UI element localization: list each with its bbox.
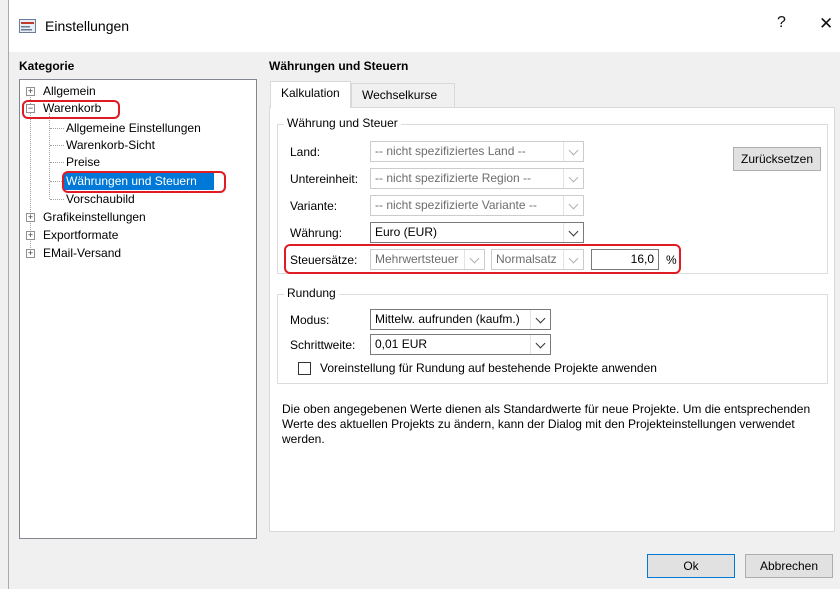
highlight-outline [62, 171, 226, 193]
tree-line [50, 128, 64, 129]
expand-icon[interactable]: + [26, 231, 35, 240]
tree-item-allgemein[interactable]: + Allgemein [24, 83, 98, 100]
tree-item-warenkorb-sicht[interactable]: Warenkorb-Sicht [64, 137, 157, 154]
variant-select[interactable]: -- nicht spezifizierte Variante -- [370, 195, 584, 216]
highlight-outline [22, 100, 120, 119]
tree-item-label: Grafikeinstellungen [43, 210, 146, 224]
tree-line [50, 162, 64, 163]
step-value: 0,01 EUR [375, 337, 428, 351]
currency-tax-group: Währung und Steuer Land: -- nicht spezif… [277, 116, 828, 274]
tree-item-grafikeinstellungen[interactable]: + Grafikeinstellungen [24, 209, 148, 226]
title-bar: Einstellungen ? ✕ [9, 0, 840, 52]
variant-value: -- nicht spezifizierte Variante -- [375, 198, 537, 212]
expand-icon[interactable]: + [26, 249, 35, 258]
tab-kalkulation[interactable]: Kalkulation [270, 81, 351, 108]
variant-label: Variante: [290, 199, 338, 213]
rounding-group: Rundung Modus: Mittelw. aufrunden (kaufm… [277, 286, 828, 384]
chevron-down-icon [563, 196, 583, 215]
tree-item-label: Allgemein [43, 84, 96, 98]
apply-existing-label: Voreinstellung für Rundung auf bestehend… [320, 361, 657, 375]
tree-item-label: Preise [66, 155, 101, 169]
tree-item-label: Allgemeine Einstellungen [66, 121, 201, 135]
region-label: Untereinheit: [290, 172, 359, 186]
help-button[interactable]: ? [777, 14, 786, 32]
chevron-down-icon [563, 142, 583, 161]
tab-wechselkurse[interactable]: Wechselkurse [351, 83, 455, 108]
step-select[interactable]: 0,01 EUR [370, 334, 551, 355]
group-title: Rundung [284, 286, 339, 300]
app-icon [19, 19, 36, 33]
chevron-down-icon [530, 310, 550, 329]
chevron-down-icon [563, 169, 583, 188]
page-title: Währungen und Steuern [269, 59, 409, 73]
tab-panel-kalkulation: Währung und Steuer Land: -- nicht spezif… [269, 107, 835, 532]
info-text: Die oben angegebenen Werte dienen als St… [282, 402, 811, 446]
chevron-down-icon [563, 223, 583, 242]
currency-select[interactable]: Euro (EUR) [370, 222, 584, 243]
tree-item-label: EMail-Versand [43, 246, 122, 260]
tree-item-label: Exportformate [43, 228, 119, 242]
tree-line [49, 113, 50, 199]
category-tree[interactable]: + Allgemein − Warenkorb Allgemeine Einst… [19, 79, 257, 539]
land-select[interactable]: -- nicht spezifiziertes Land -- [370, 141, 584, 162]
mode-select[interactable]: Mittelw. aufrunden (kaufm.) [370, 309, 551, 330]
tree-item-vorschaubild[interactable]: Vorschaubild [64, 191, 137, 208]
reset-button[interactable]: Zurücksetzen [733, 147, 821, 171]
tree-item-label: Warenkorb-Sicht [66, 138, 155, 152]
mode-value: Mittelw. aufrunden (kaufm.) [375, 312, 520, 326]
settings-dialog: Einstellungen ? ✕ Kategorie + Allgemein … [8, 0, 840, 589]
apply-existing-checkbox[interactable] [298, 362, 311, 375]
step-label: Schrittweite: [290, 338, 356, 352]
region-select[interactable]: -- nicht spezifizierte Region -- [370, 168, 584, 189]
tree-line [50, 145, 64, 146]
group-title: Währung und Steuer [284, 116, 401, 130]
tree-item-preise[interactable]: Preise [64, 154, 102, 171]
ok-button[interactable]: Ok [647, 554, 735, 578]
land-value: -- nicht spezifiziertes Land -- [375, 144, 526, 158]
highlight-outline [284, 244, 681, 274]
tree-item-email-versand[interactable]: + EMail-Versand [24, 245, 123, 262]
region-value: -- nicht spezifizierte Region -- [375, 171, 532, 185]
mode-label: Modus: [290, 313, 330, 327]
cancel-button[interactable]: Abbrechen [745, 554, 833, 578]
currency-label: Währung: [290, 226, 343, 240]
tree-line [50, 199, 64, 200]
expand-icon[interactable]: + [26, 213, 35, 222]
expand-icon[interactable]: + [26, 87, 35, 96]
tree-item-allgemeine-einstellungen[interactable]: Allgemeine Einstellungen [64, 120, 203, 137]
close-button[interactable]: ✕ [819, 14, 833, 34]
land-label: Land: [290, 145, 321, 159]
chevron-down-icon [530, 335, 550, 354]
currency-value: Euro (EUR) [375, 225, 438, 239]
tree-item-label: Vorschaubild [66, 192, 135, 206]
tree-item-exportformate[interactable]: + Exportformate [24, 227, 120, 244]
window-title: Einstellungen [45, 18, 130, 34]
category-heading: Kategorie [19, 59, 75, 73]
